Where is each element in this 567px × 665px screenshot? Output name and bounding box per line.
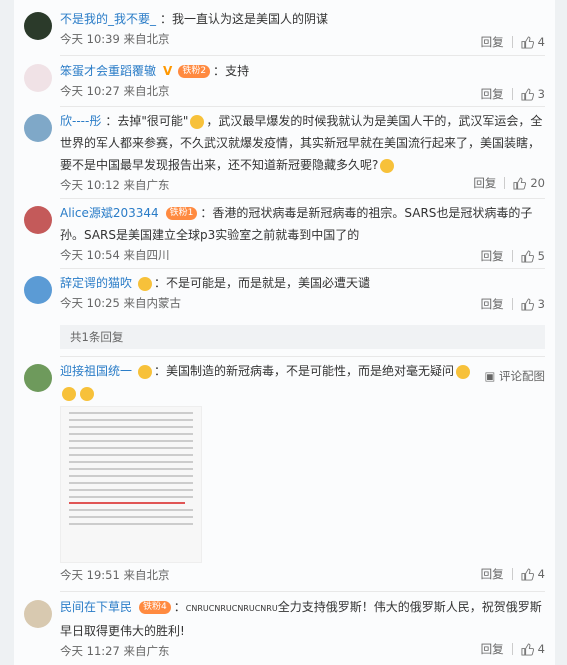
image-icon: ▣ <box>484 369 496 383</box>
like-button[interactable]: 3 <box>521 87 545 101</box>
divider <box>60 55 545 56</box>
reply-button[interactable]: 回复 <box>481 86 504 102</box>
comment-text: 支持 <box>225 64 250 78</box>
divider <box>60 356 545 357</box>
comment-text: 我一直认为这是美国人的阴谋 <box>172 12 329 26</box>
user-name[interactable]: 迎接祖国统一 <box>60 364 132 378</box>
comment-time: 今天 19:51 来自北京 <box>60 568 170 582</box>
reply-button[interactable]: 回复 <box>481 296 504 312</box>
like-count: 20 <box>530 176 545 190</box>
divider <box>60 268 545 269</box>
comment-text-small: CNRUCNRUCNRUCNRU <box>185 604 278 613</box>
comment-time: 今天 10:25 来自内蒙古 <box>60 296 181 310</box>
like-button[interactable]: 20 <box>513 176 545 190</box>
divider <box>511 36 513 48</box>
comment-text: 不是可能是，而是就是，美国必遭天谴 <box>166 276 371 290</box>
cool-emoji-icon <box>190 114 205 129</box>
divider <box>60 198 545 199</box>
like-count: 4 <box>537 35 545 49</box>
comment-time: 今天 10:27 来自北京 <box>60 84 170 98</box>
thumb-up-icon <box>521 249 534 263</box>
like-button[interactable]: 4 <box>521 567 545 581</box>
separator: ： <box>154 276 167 290</box>
like-button[interactable]: 3 <box>521 297 545 311</box>
thumb-up-icon <box>521 567 534 581</box>
separator: ： <box>105 114 118 128</box>
like-count: 4 <box>537 642 545 656</box>
thumb-up-icon <box>521 642 534 656</box>
comment-list: 不是我的_我不要_ ：我一直认为这是美国人的阴谋 今天 10:39 来自北京 回复… <box>14 0 555 665</box>
user-name[interactable]: 辞定谔的猫吹 <box>60 276 132 290</box>
user-name[interactable]: 笨蛋才会重蹈覆辙 <box>60 64 156 78</box>
like-button[interactable]: 4 <box>521 642 545 656</box>
separator: ： <box>173 600 186 614</box>
divider <box>511 643 513 655</box>
avatar[interactable] <box>24 600 52 628</box>
divider <box>511 298 513 310</box>
reply-button[interactable]: 回复 <box>481 566 504 582</box>
thumb-up-icon <box>521 87 534 101</box>
badge-emoji-icon <box>138 364 153 379</box>
avatar[interactable] <box>24 276 52 304</box>
comment-image-label: 评论配图 <box>499 369 545 383</box>
divider <box>60 591 545 592</box>
avatar[interactable] <box>24 206 52 234</box>
fan-badge: 铁粉1 <box>165 207 198 220</box>
separator: ： <box>213 64 226 78</box>
divider <box>504 177 506 189</box>
comment-time: 今天 10:39 来自北京 <box>60 32 170 46</box>
comment-text: 全力支持俄罗斯！伟大的俄罗斯人民，祝贺俄罗斯早日取得更伟大的胜利! <box>60 600 542 638</box>
divider <box>60 106 545 107</box>
crying-emoji-icon <box>80 386 94 401</box>
crying-emoji-icon <box>456 364 471 379</box>
verified-icon: V <box>163 64 173 78</box>
user-name[interactable]: 欣----彤 <box>60 114 101 128</box>
avatar[interactable] <box>24 114 52 142</box>
like-count: 3 <box>537 87 545 101</box>
comment-time: 今天 11:27 来自广东 <box>60 644 170 658</box>
reply-summary[interactable]: 共1条回复 <box>60 325 545 349</box>
user-name[interactable]: Alice源斌203344 <box>60 206 159 220</box>
comment-image[interactable] <box>60 406 202 563</box>
like-button[interactable]: 5 <box>521 249 545 263</box>
thumb-up-icon <box>521 297 534 311</box>
thumb-up-icon <box>521 35 534 49</box>
fan-badge: 铁粉4 <box>139 601 171 614</box>
badge-emoji-icon <box>138 276 153 291</box>
divider <box>511 250 513 262</box>
reply-button[interactable]: 回复 <box>481 248 504 264</box>
comment-image-link[interactable]: ▣ 评论配图 <box>484 368 545 384</box>
separator: ： <box>160 12 173 26</box>
crying-emoji-icon <box>62 386 76 401</box>
reply-button[interactable]: 回复 <box>481 34 504 50</box>
avatar[interactable] <box>24 12 52 40</box>
comment-time: 今天 10:12 来自广东 <box>60 178 170 192</box>
like-count: 5 <box>537 249 545 263</box>
like-count: 4 <box>537 567 545 581</box>
thumb-up-icon <box>513 176 527 190</box>
separator: ： <box>154 364 167 378</box>
divider <box>511 88 513 100</box>
like-button[interactable]: 4 <box>521 35 545 49</box>
avatar[interactable] <box>24 64 52 92</box>
user-name[interactable]: 不是我的_我不要_ <box>60 12 156 26</box>
divider <box>511 568 513 580</box>
comment-time: 今天 10:54 来自四川 <box>60 248 170 262</box>
avatar[interactable] <box>24 364 52 392</box>
comment-text: 去掉"很可能" <box>117 114 189 128</box>
fan-badge: 铁粉2 <box>178 65 211 78</box>
reply-button[interactable]: 回复 <box>481 641 504 657</box>
reply-button[interactable]: 回复 <box>473 175 496 191</box>
like-count: 3 <box>537 297 545 311</box>
comment-text: 美国制造的新冠病毒，不是可能性，而是绝对毫无疑问 <box>166 364 455 378</box>
user-name[interactable]: 民间在下草民 <box>60 600 132 614</box>
shocked-emoji-icon <box>380 158 395 173</box>
separator: ： <box>200 206 213 220</box>
